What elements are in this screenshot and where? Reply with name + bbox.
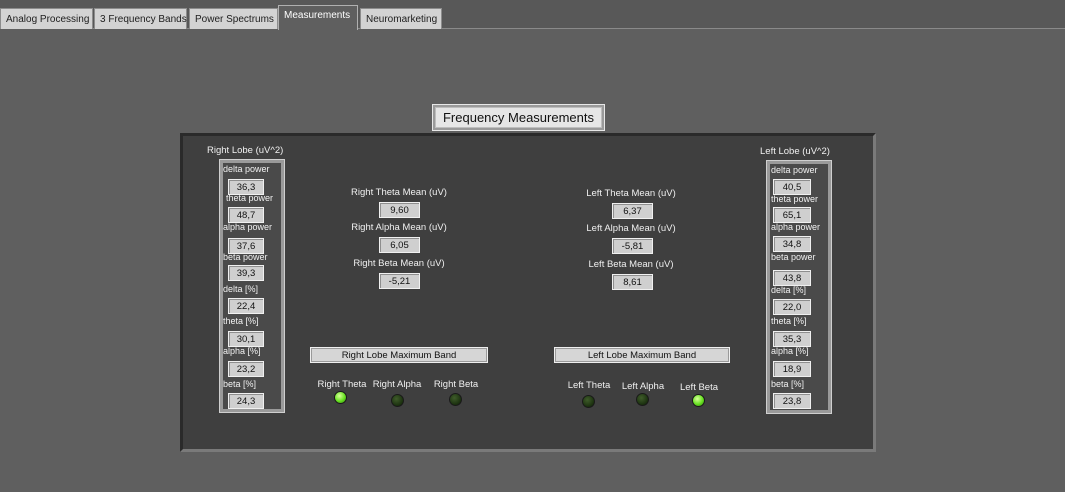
right-lobe-label: Right Lobe (uV^2) <box>207 145 284 156</box>
right-delta-pct-label: delta [%] <box>223 284 259 294</box>
left-delta-power-label: delta power <box>771 165 818 175</box>
left-beta-led-indicator <box>692 394 705 407</box>
left-lobe-cluster: delta power 40,5 theta power 65,1 alpha … <box>766 160 832 414</box>
right-beta-mean-value: -5,21 <box>379 273 420 289</box>
right-theta-mean-value: 9,60 <box>379 202 420 218</box>
left-beta-pct-label: beta [%] <box>771 379 805 389</box>
left-beta-pct-value: 23,8 <box>773 393 811 409</box>
left-alpha-power-label: alpha power <box>771 222 821 232</box>
tab-neuromarketing[interactable]: Neuromarketing <box>360 8 442 29</box>
tab-3-frequency-bands[interactable]: 3 Frequency Bands <box>94 8 187 29</box>
left-theta-power-label: theta power <box>771 194 819 204</box>
tab-measurements[interactable]: Measurements <box>278 5 358 30</box>
right-beta-led-label: Right Beta <box>433 379 479 390</box>
left-delta-power-value: 40,5 <box>773 179 811 195</box>
right-beta-pct-label: beta [%] <box>223 379 257 389</box>
right-theta-led-indicator <box>334 391 347 404</box>
right-theta-pct-value: 30,1 <box>228 331 264 347</box>
left-alpha-pct-label: alpha [%] <box>771 346 809 356</box>
right-theta-led-label: Right Theta <box>317 379 367 390</box>
left-alpha-mean-value: -5,81 <box>612 238 653 254</box>
left-lobe-max-band-label: Left Lobe Maximum Band <box>554 347 730 363</box>
right-beta-pct-value: 24,3 <box>228 393 264 409</box>
page-title-box: Frequency Measurements <box>432 104 605 131</box>
tab-analog-processing[interactable]: Analog Processing <box>0 8 93 29</box>
right-beta-led-indicator <box>449 393 462 406</box>
left-theta-power-value: 65,1 <box>773 207 811 223</box>
right-lobe-cluster: delta power 36,3 theta power 48,7 alpha … <box>219 159 285 413</box>
right-alpha-mean-value: 6,05 <box>379 237 420 253</box>
right-alpha-mean-label: Right Alpha Mean (uV) <box>351 222 447 233</box>
left-beta-power-label: beta power <box>771 252 816 262</box>
left-beta-mean-label: Left Beta Mean (uV) <box>588 259 674 270</box>
right-alpha-pct-value: 23,2 <box>228 361 264 377</box>
right-theta-power-label: theta power <box>226 193 274 203</box>
right-alpha-pct-label: alpha [%] <box>223 346 261 356</box>
left-alpha-power-value: 34,8 <box>773 236 811 252</box>
left-beta-power-value: 43,8 <box>773 270 811 286</box>
left-delta-pct-value: 22,0 <box>773 299 811 315</box>
left-theta-mean-value: 6,37 <box>612 203 653 219</box>
right-beta-power-value: 39,3 <box>228 265 264 281</box>
right-alpha-led-label: Right Alpha <box>372 379 422 390</box>
right-theta-mean-label: Right Theta Mean (uV) <box>351 187 447 198</box>
left-theta-led-indicator <box>582 395 595 408</box>
page-title: Frequency Measurements <box>436 108 601 127</box>
left-theta-led-label: Left Theta <box>567 380 611 391</box>
right-beta-mean-label: Right Beta Mean (uV) <box>353 258 445 269</box>
left-theta-mean-label: Left Theta Mean (uV) <box>586 188 676 199</box>
left-beta-mean-value: 8,61 <box>612 274 653 290</box>
left-theta-pct-value: 35,3 <box>773 331 811 347</box>
left-delta-pct-label: delta [%] <box>771 285 807 295</box>
right-beta-power-label: beta power <box>223 252 268 262</box>
right-delta-pct-value: 22,4 <box>228 298 264 314</box>
right-theta-pct-label: theta [%] <box>223 316 259 326</box>
left-alpha-mean-label: Left Alpha Mean (uV) <box>586 223 676 234</box>
right-alpha-power-label: alpha power <box>223 222 273 232</box>
right-lobe-max-band-label: Right Lobe Maximum Band <box>310 347 488 363</box>
left-alpha-pct-value: 18,9 <box>773 361 811 377</box>
right-theta-power-value: 48,7 <box>228 207 264 223</box>
left-theta-pct-label: theta [%] <box>771 316 807 326</box>
left-lobe-label: Left Lobe (uV^2) <box>760 146 830 157</box>
left-beta-led-label: Left Beta <box>679 382 719 393</box>
tab-power-spectrums[interactable]: Power Spectrums <box>189 8 278 29</box>
left-alpha-led-label: Left Alpha <box>621 381 665 392</box>
right-delta-power-label: delta power <box>223 164 270 174</box>
right-alpha-led-indicator <box>391 394 404 407</box>
left-alpha-led-indicator <box>636 393 649 406</box>
